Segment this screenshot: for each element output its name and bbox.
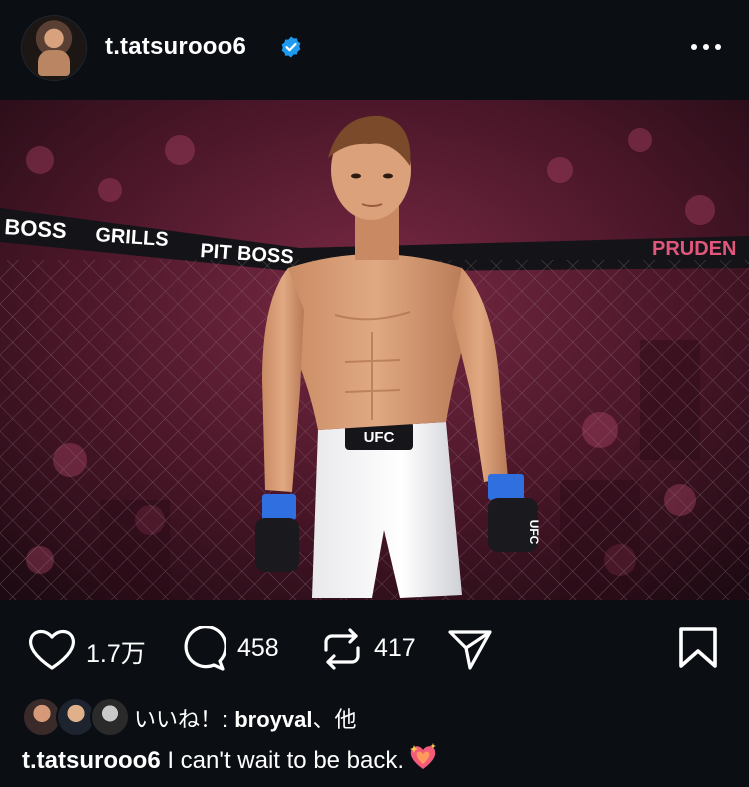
banner-boss: BOSS (4, 214, 68, 243)
more-options-icon[interactable] (689, 36, 723, 58)
author-avatar[interactable] (22, 16, 86, 80)
liked-by-suffix[interactable]: 、他 (313, 707, 357, 732)
caption-text: I can't wait to be back. (160, 747, 405, 774)
post-header: t.tatsurooo6 (0, 0, 749, 100)
liked-by-name[interactable]: broyval (234, 707, 312, 732)
comments-count[interactable]: 458 (237, 634, 279, 663)
heart-icon[interactable] (26, 626, 78, 672)
bookmark-icon[interactable] (678, 626, 718, 670)
sparkling-heart-emoji (410, 743, 437, 769)
reposts-count[interactable]: 417 (374, 634, 416, 663)
caption-username[interactable]: t.tatsurooo6 (22, 747, 161, 774)
post-caption: t.tatsurooo6 I can't wait to be back. (22, 742, 438, 775)
share-icon[interactable] (446, 626, 494, 672)
comment-icon[interactable] (180, 626, 226, 672)
shorts-logo: UFC (364, 429, 395, 446)
author-username[interactable]: t.tatsurooo6 (105, 33, 246, 61)
glove-logo: UFC (527, 520, 541, 545)
liked-by-row[interactable]: いいね！: broyval、他 (22, 697, 622, 737)
liker-avatar-3[interactable] (90, 697, 130, 737)
liked-by-text: いいね！: broyval、他 (134, 702, 357, 734)
verified-badge-icon (281, 36, 301, 58)
liked-by-prefix: いいね！: (134, 707, 235, 732)
fighter-photo: BOSS GRILLS PIT BOSS PRUDEN UFC UFC (0, 100, 749, 600)
banner-pruden: PRUDEN (652, 238, 736, 260)
post-photo[interactable]: BOSS GRILLS PIT BOSS PRUDEN UFC UFC (0, 100, 749, 600)
likes-count[interactable]: 1.7万 (86, 634, 146, 670)
repost-icon[interactable] (320, 626, 364, 672)
